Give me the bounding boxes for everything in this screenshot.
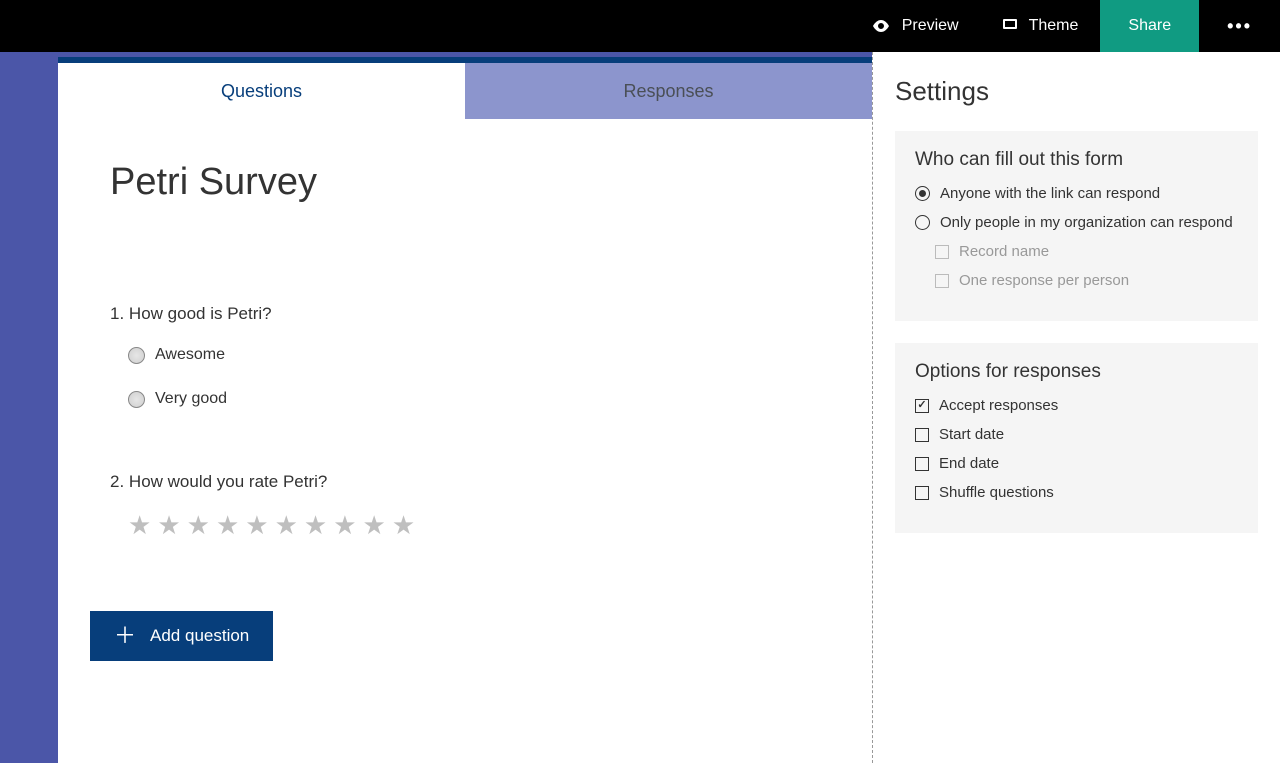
checkbox-icon bbox=[935, 274, 949, 288]
end-date-label: End date bbox=[939, 455, 999, 472]
radio-icon bbox=[128, 391, 145, 408]
question-2[interactable]: 2. How would you rate Petri? ★ ★ ★ ★ ★ ★… bbox=[110, 472, 820, 541]
main-layout: Questions Responses Petri Survey 1. How … bbox=[0, 52, 1280, 763]
q1-choice-2[interactable]: Very good bbox=[110, 386, 820, 412]
form-title[interactable]: Petri Survey bbox=[110, 161, 820, 204]
star-icon[interactable]: ★ bbox=[187, 510, 212, 541]
form-body: Petri Survey 1. How good is Petri? Aweso… bbox=[58, 119, 872, 661]
accept-responses-label: Accept responses bbox=[939, 397, 1058, 414]
who-title: Who can fill out this form bbox=[915, 149, 1238, 171]
preview-button[interactable]: Preview bbox=[850, 0, 981, 52]
tab-responses-label: Responses bbox=[623, 81, 713, 102]
left-background: Questions Responses Petri Survey 1. How … bbox=[0, 52, 872, 763]
who-anyone-label: Anyone with the link can respond bbox=[940, 185, 1160, 202]
star-icon[interactable]: ★ bbox=[128, 510, 153, 541]
checkbox-checked-icon bbox=[915, 399, 929, 413]
accept-responses-option[interactable]: Accept responses bbox=[915, 397, 1238, 414]
preview-label: Preview bbox=[902, 17, 959, 35]
one-response-label: One response per person bbox=[959, 272, 1129, 289]
topbar: Preview Theme Share ••• bbox=[0, 0, 1280, 52]
shuffle-questions-label: Shuffle questions bbox=[939, 484, 1054, 501]
eye-icon bbox=[872, 20, 890, 32]
theme-button[interactable]: Theme bbox=[981, 0, 1101, 52]
star-icon[interactable]: ★ bbox=[157, 510, 182, 541]
start-date-option[interactable]: Start date bbox=[915, 426, 1238, 443]
who-anyone-option[interactable]: Anyone with the link can respond bbox=[915, 185, 1238, 202]
question-2-title: 2. How would you rate Petri? bbox=[110, 472, 820, 492]
options-title: Options for responses bbox=[915, 361, 1238, 383]
star-icon[interactable]: ★ bbox=[333, 510, 358, 541]
shuffle-questions-option[interactable]: Shuffle questions bbox=[915, 484, 1238, 501]
radio-selected-icon bbox=[915, 186, 930, 201]
settings-title: Settings bbox=[895, 76, 1258, 107]
checkbox-icon bbox=[915, 486, 929, 500]
form-card: Questions Responses Petri Survey 1. How … bbox=[58, 57, 872, 763]
star-icon[interactable]: ★ bbox=[304, 510, 329, 541]
radio-icon bbox=[915, 215, 930, 230]
settings-panel: Settings Who can fill out this form Anyo… bbox=[872, 52, 1280, 763]
q1-choice-1[interactable]: Awesome bbox=[110, 342, 820, 368]
question-1-number: 1. bbox=[110, 304, 124, 323]
add-question-button[interactable]: ＋ Add question bbox=[90, 611, 273, 661]
q1-choice-2-label: Very good bbox=[155, 390, 227, 408]
checkbox-icon bbox=[915, 428, 929, 442]
checkbox-icon bbox=[935, 245, 949, 259]
rating-stars[interactable]: ★ ★ ★ ★ ★ ★ ★ ★ ★ ★ bbox=[110, 510, 820, 541]
question-1-text: How good is Petri? bbox=[129, 304, 272, 323]
share-label: Share bbox=[1128, 17, 1171, 35]
end-date-option[interactable]: End date bbox=[915, 455, 1238, 472]
ellipsis-icon: ••• bbox=[1227, 16, 1252, 37]
question-1-title: 1. How good is Petri? bbox=[110, 304, 820, 324]
add-question-label: Add question bbox=[150, 626, 249, 646]
tab-questions-label: Questions bbox=[221, 81, 302, 102]
more-button[interactable]: ••• bbox=[1199, 0, 1280, 52]
question-2-text: How would you rate Petri? bbox=[129, 472, 327, 491]
settings-who-group: Who can fill out this form Anyone with t… bbox=[895, 131, 1258, 321]
star-icon[interactable]: ★ bbox=[275, 510, 300, 541]
start-date-label: Start date bbox=[939, 426, 1004, 443]
star-icon[interactable]: ★ bbox=[363, 510, 388, 541]
star-icon[interactable]: ★ bbox=[216, 510, 241, 541]
record-name-option: Record name bbox=[915, 243, 1238, 260]
tabs: Questions Responses bbox=[58, 63, 872, 119]
one-response-option: One response per person bbox=[915, 272, 1238, 289]
question-1[interactable]: 1. How good is Petri? Awesome Very good bbox=[110, 304, 820, 412]
plus-icon: ＋ bbox=[114, 625, 136, 647]
settings-options-group: Options for responses Accept responses S… bbox=[895, 343, 1258, 533]
checkbox-icon bbox=[915, 457, 929, 471]
star-icon[interactable]: ★ bbox=[245, 510, 270, 541]
tab-questions[interactable]: Questions bbox=[58, 63, 465, 119]
star-icon[interactable]: ★ bbox=[392, 510, 417, 541]
share-button[interactable]: Share bbox=[1100, 0, 1199, 52]
who-org-label: Only people in my organization can respo… bbox=[940, 214, 1233, 231]
tab-responses[interactable]: Responses bbox=[465, 63, 872, 119]
record-name-label: Record name bbox=[959, 243, 1049, 260]
question-2-number: 2. bbox=[110, 472, 124, 491]
q1-choice-1-label: Awesome bbox=[155, 346, 225, 364]
theme-label: Theme bbox=[1029, 17, 1079, 35]
radio-icon bbox=[128, 347, 145, 364]
who-org-option[interactable]: Only people in my organization can respo… bbox=[915, 214, 1238, 231]
theme-icon bbox=[1003, 19, 1017, 33]
